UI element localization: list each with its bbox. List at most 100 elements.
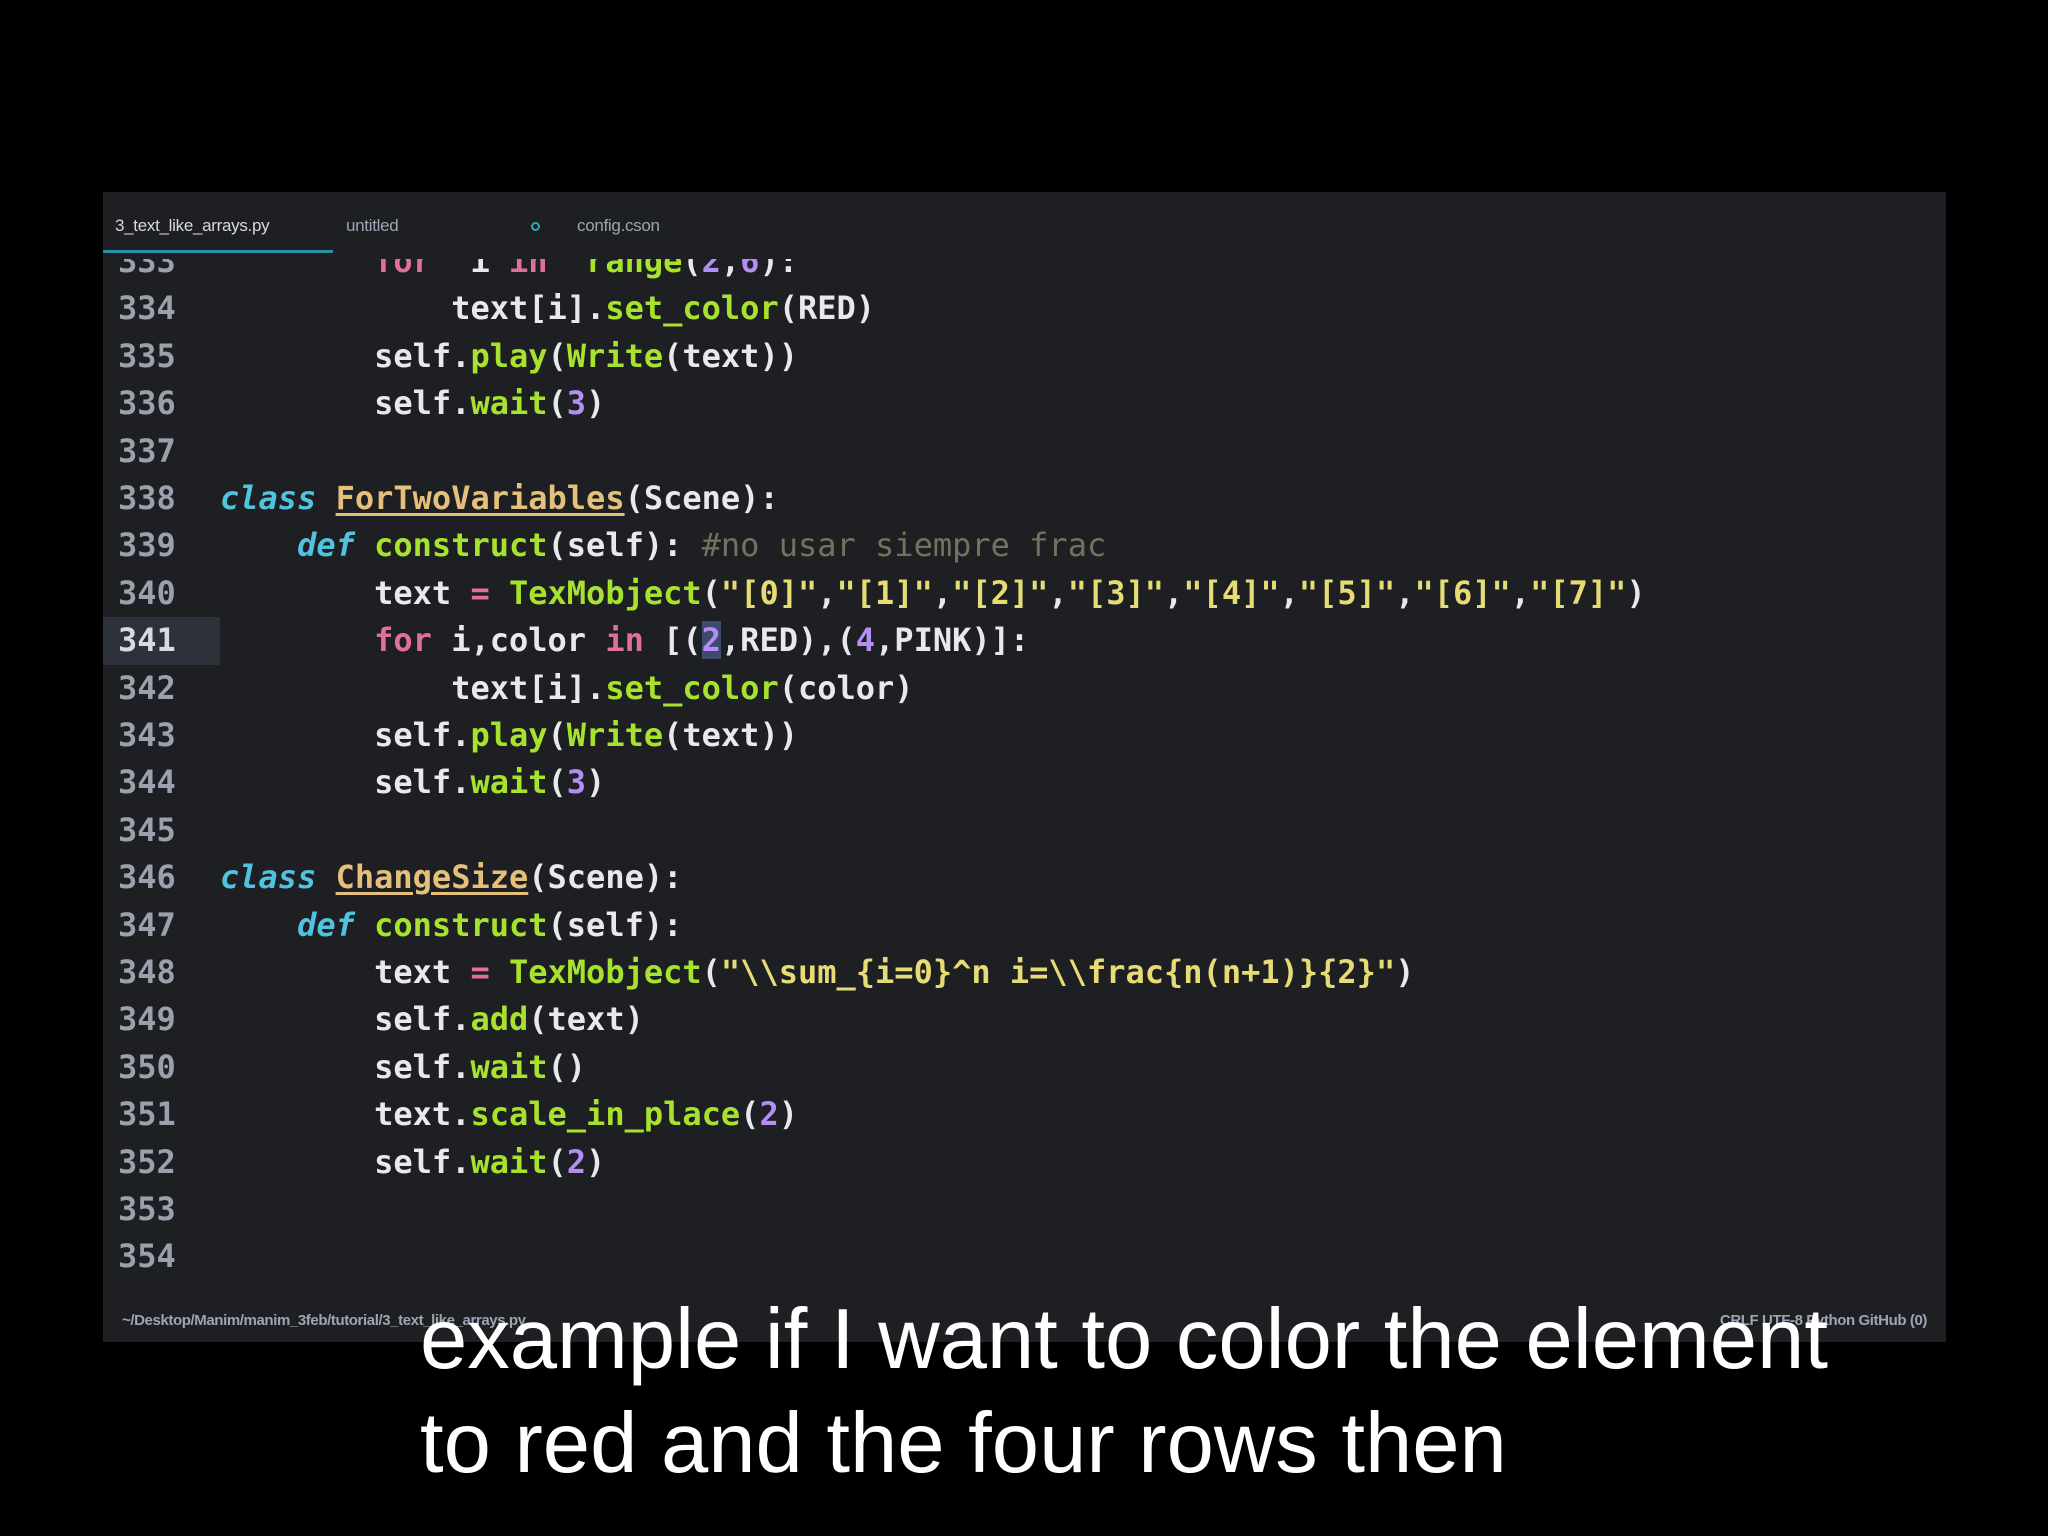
code-token: def [220,526,355,565]
code-line[interactable]: 349 self.add(text) [103,996,1946,1043]
code-line[interactable]: 347 def construct(self): [103,902,1946,949]
line-number: 341 [103,617,220,665]
code-token: wait [470,1047,548,1086]
code-line[interactable]: 343 self.play(Write(text)) [103,712,1946,759]
line-number: 335 [118,336,176,375]
code-line[interactable]: 344 self.wait(3) [103,759,1946,806]
line-source: for i,color in [(2,RED),(4,PINK)]: [220,617,1029,664]
code-line[interactable]: 350 self.wait() [103,1044,1946,1091]
code-token: (self): [547,905,683,944]
code-token: ,RED),( [720,621,856,660]
line-source: self.wait(3) [220,759,605,806]
tab-label: 3_text_like_arrays.py [115,215,270,235]
code-token: self. [220,1000,471,1039]
code-token: self. [220,763,471,802]
line-number: 342 [118,668,176,707]
code-line[interactable]: 354 [103,1233,1946,1280]
code-token: text [220,573,471,612]
code-token: ) [586,1142,606,1181]
line-number: 344 [118,763,176,802]
line-source: for i in range(2,6): [220,259,798,285]
code-line[interactable]: 351 text.scale_in_place(2) [103,1091,1946,1138]
line-number: 345 [118,810,176,849]
line-number: 347 [118,905,176,944]
code-token: ( [547,1142,567,1181]
line-source: class ChangeSize(Scene): [220,854,682,901]
code-token: , [1510,573,1531,612]
tab-untitled[interactable]: untitled [346,192,399,259]
code-token: (text)) [663,336,798,375]
line-source: self.wait(2) [220,1139,605,1186]
code-token: , [1395,573,1415,612]
code-token: i [431,259,509,280]
code-token: "\\sum_{i=0}^n i=\\frac{n(n+1)}{2}" [720,953,1396,991]
code-token: class [220,479,317,517]
code-line[interactable]: 335 self.play(Write(text)) [103,333,1946,380]
code-token: ( [547,384,567,423]
video-caption: example if I want to color the element t… [420,1288,2020,1496]
caption-line-1: example if I want to color the element [420,1292,1828,1387]
line-number: 348 [118,953,176,991]
code-token: ( [547,336,567,375]
code-token: i,color [431,621,606,660]
code-token: "[5]" [1298,573,1396,612]
code-line[interactable]: 339 def construct(self): #no usar siempr… [103,522,1946,569]
line-source: self.play(Write(text)) [220,712,798,759]
code-token: (RED) [778,289,876,328]
code-token: = [470,573,490,612]
line-source: def construct(self): #no usar siempre fr… [220,522,1106,569]
code-area[interactable]: 333 for i in range(2,6): 334 text[i].set_… [103,259,1946,1317]
line-number: 340 [118,573,176,612]
code-token: set_color [605,289,779,328]
tab-3-text-like-arrays[interactable]: 3_text_like_arrays.py [115,192,270,259]
code-token: ) [586,763,606,802]
code-line[interactable]: 348 text = TexMobject("\\sum_{i=0}^n i=\… [103,949,1946,996]
code-line[interactable]: 337 [103,428,1946,475]
code-line[interactable]: 340 text = TexMobject("[0]","[1]","[2]",… [103,570,1946,617]
code-token: () [547,1047,587,1086]
code-token: text[i]. [220,289,606,328]
code-token: self. [220,1142,471,1181]
code-token: , [1279,573,1299,612]
selection-highlight: 2 [701,621,721,660]
code-line[interactable]: 336 self.wait(3) [103,380,1946,427]
code-token: ): [759,259,798,280]
line-number: 349 [118,1000,176,1039]
line-number: 334 [118,289,176,328]
code-token: ) [586,384,606,423]
code-line[interactable]: 345 [103,807,1946,854]
tab-config-cson[interactable]: config.cson [577,192,660,259]
code-line[interactable]: 334 text[i].set_color(RED) [103,285,1946,332]
code-line[interactable]: 353 [103,1186,1946,1233]
code-token: ( [701,573,721,612]
code-line[interactable]: 338 class ForTwoVariables(Scene): [103,475,1946,522]
code-token: text [220,953,471,991]
code-token: 2 [701,259,721,280]
code-token: ChangeSize [335,858,529,897]
line-number: 351 [118,1095,176,1134]
code-token: self. [220,384,471,423]
code-token: 3 [566,763,587,802]
code-token: (text)) [663,716,798,754]
code-token: add [470,1000,529,1039]
code-token: ,PINK)]: [875,621,1030,660]
code-line[interactable]: 342 text[i].set_color(color) [103,665,1946,712]
code-token: "[0]" [720,573,818,612]
code-token: = [470,953,490,991]
code-token: , [1048,573,1068,612]
code-token: "[2]" [952,573,1049,612]
line-source: class ForTwoVariables(Scene): [220,475,779,522]
code-token: for [220,621,432,660]
code-token: in [605,621,644,660]
code-line[interactable]: 341 for i,color in [(2,RED),(4,PINK)]: [103,617,1946,665]
code-token: (self): [547,526,702,565]
code-line[interactable]: 346 class ChangeSize(Scene): [103,854,1946,901]
line-source: text[i].set_color(RED) [220,285,875,332]
code-line[interactable]: 333 for i in range(2,6): [103,259,1946,285]
code-editor-window: 3_text_like_arrays.py untitled config.cs… [103,192,1946,1342]
code-token: construct [374,526,548,565]
code-line[interactable]: 352 self.wait(2) [103,1139,1946,1186]
code-token: 2 [759,1095,779,1134]
